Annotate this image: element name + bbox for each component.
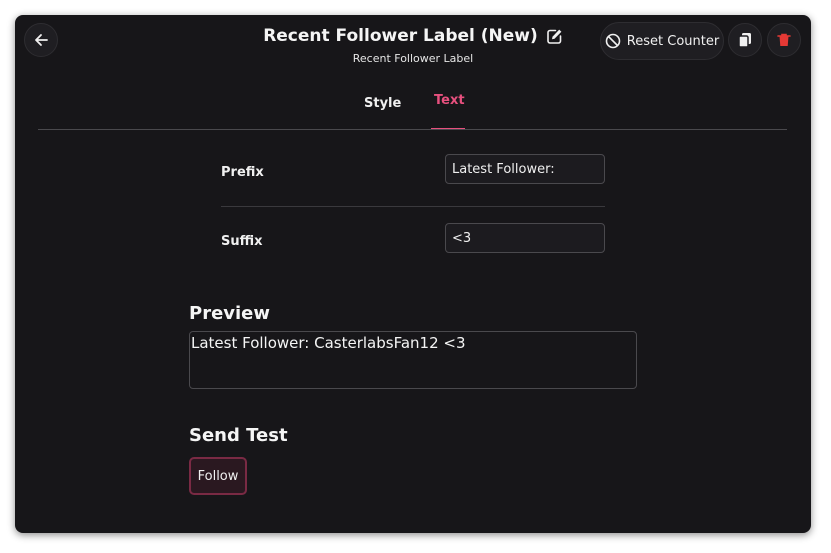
- widget-editor-window: Recent Follower Label (New) Recent Follo…: [15, 15, 811, 533]
- suffix-input[interactable]: [445, 223, 605, 253]
- tabs-divider: [38, 129, 787, 130]
- send-test-heading: Send Test: [189, 425, 288, 446]
- trash-icon: [777, 33, 791, 46]
- preview-heading: Preview: [189, 303, 271, 324]
- delete-button[interactable]: [767, 23, 801, 57]
- copy-icon: [738, 33, 751, 48]
- reset-counter-label: Reset Counter: [626, 33, 720, 49]
- field-divider: [221, 206, 605, 207]
- send-follow-test-button[interactable]: Follow: [189, 457, 247, 495]
- prohibited-icon: [605, 33, 621, 49]
- copy-button[interactable]: [728, 23, 762, 57]
- reset-counter-button[interactable]: Reset Counter: [600, 22, 724, 60]
- edit-icon[interactable]: [546, 28, 563, 45]
- prefix-label: Prefix: [221, 165, 264, 180]
- prefix-input[interactable]: [445, 154, 605, 184]
- tab-text[interactable]: Text: [434, 93, 465, 108]
- suffix-label: Suffix: [221, 234, 263, 249]
- preview-text: Latest Follower: CasterlabsFan12 <3: [191, 334, 466, 352]
- page-title: Recent Follower Label (New): [263, 26, 538, 46]
- preview-box: Latest Follower: CasterlabsFan12 <3: [189, 331, 637, 389]
- tab-style[interactable]: Style: [364, 96, 401, 111]
